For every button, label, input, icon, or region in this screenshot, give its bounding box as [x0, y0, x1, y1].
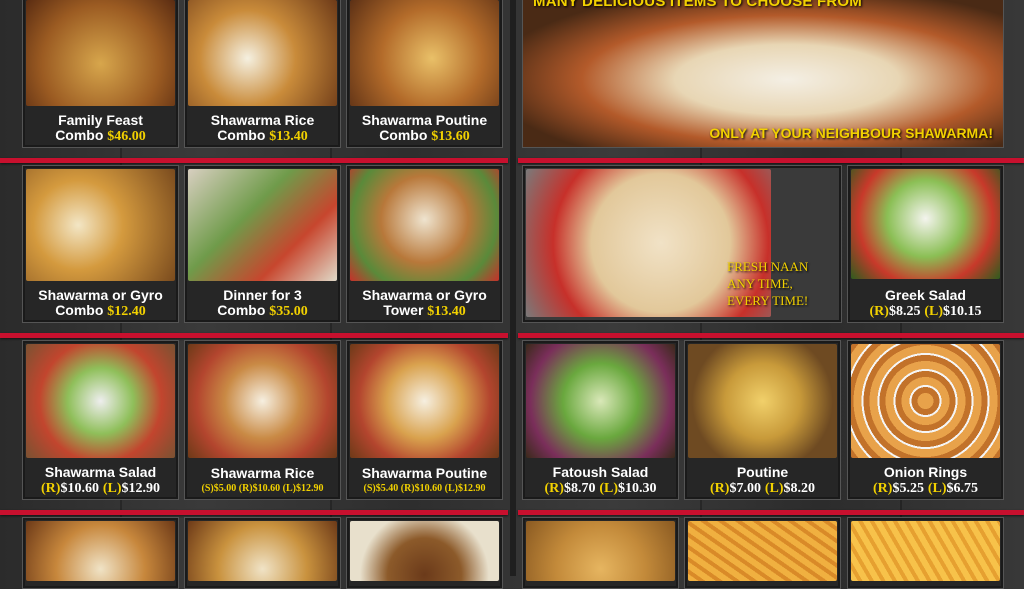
item-sub: Tower [383, 302, 424, 318]
chicken-fries-photo [688, 521, 837, 581]
regular-label: (R) [873, 481, 893, 496]
item-name: Family Feast [58, 112, 143, 128]
onion-rings-photo [851, 344, 1000, 458]
item-size-prices: (S)$5.00 (R)$10.60 (L)$12.90 [201, 483, 324, 494]
red-divider [0, 158, 508, 163]
menu-item-shawarma-salad[interactable]: Shawarma Salad (R)$10.60 (L)$12.90 [22, 340, 179, 500]
falafel-photo [350, 521, 499, 581]
naan-line-1: FRESH NAAN [727, 259, 809, 274]
poutine-photo [688, 344, 837, 458]
menu-item-poutine[interactable]: Poutine (R)$7.00 (L)$8.20 [684, 340, 841, 500]
item-name: Shawarma Rice [210, 465, 315, 481]
menu-item-shawarma-gyro-combo[interactable]: Shawarma or Gyro Combo $12.40 [22, 165, 179, 323]
shawarma-rice-photo [188, 344, 337, 458]
shawarma-rice-combo-photo [188, 0, 337, 106]
shawarma-gyro-tower-photo [350, 169, 499, 281]
naan-line-3: EVERY TIME! [727, 293, 809, 308]
menu-item-shawarma-rice[interactable]: Shawarma Rice (S)$5.00 (R)$10.60 (L)$12.… [184, 340, 341, 500]
menu-item-dinner-for-3[interactable]: Dinner for 3 Combo $35.00 [184, 165, 341, 323]
regular-price: $7.00 [729, 481, 761, 496]
item-name: Fatoush Salad [552, 464, 649, 480]
regular-price: $10.60 [60, 481, 99, 496]
regular-label: (R) [544, 481, 564, 496]
menu-item-shawarma-rice-combo[interactable]: Shawarma Rice Combo $13.40 [184, 0, 341, 148]
large-label: (L) [927, 481, 947, 496]
item-price: $13.60 [431, 129, 470, 144]
red-divider [518, 158, 1024, 163]
nuggets-photo [526, 521, 675, 581]
fresh-naan-feature: FRESH NAAN ANY TIME, EVERY TIME! [522, 165, 842, 323]
large-price: $12.90 [121, 481, 161, 496]
menu-item-falafel[interactable] [346, 517, 503, 589]
item-name: Greek Salad [885, 287, 966, 303]
item-price: $12.40 [107, 304, 146, 319]
item-name: Onion Rings [883, 464, 968, 480]
regular-label: (R) [41, 481, 61, 496]
item-price: $46.00 [107, 129, 146, 144]
menu-item-fries[interactable] [847, 517, 1004, 589]
large-price: $10.30 [618, 481, 657, 496]
red-divider [518, 333, 1024, 338]
large-label: (L) [764, 481, 784, 496]
item-sub: Combo [379, 127, 428, 143]
large-label: (L) [924, 304, 943, 319]
large-price: $10.15 [943, 304, 982, 319]
menu-item-shawarma-poutine-combo[interactable]: Shawarma Poutine Combo $13.60 [346, 0, 503, 148]
large-label: (L) [599, 481, 618, 496]
item-sub: Combo [217, 127, 266, 143]
dinner-for-3-photo [188, 169, 337, 281]
menu-item-family-feast[interactable]: Family Feast Combo $46.00 [22, 0, 179, 148]
menu-item-shawarma-gyro-tower[interactable]: Shawarma or Gyro Tower $13.40 [346, 165, 503, 323]
menu-item-onion-rings[interactable]: Onion Rings (R)$5.25 (L)$6.75 [847, 340, 1004, 500]
regular-label: (R) [710, 481, 730, 496]
greek-salad-photo [851, 169, 1000, 279]
wrap-photo [26, 521, 175, 581]
item-price: $13.40 [269, 129, 308, 144]
item-name: Shawarma Rice [210, 112, 315, 128]
item-sub: Combo [55, 127, 104, 143]
item-sub: Combo [217, 302, 266, 318]
naan-line-2: ANY TIME, [727, 276, 793, 291]
shawarma-poutine-combo-photo [350, 0, 499, 106]
banner-headline: MANY DELICIOUS ITEMS TO CHOOSE FROM [533, 0, 862, 10]
fatoush-salad-photo [526, 344, 675, 458]
regular-price: $8.70 [563, 481, 596, 496]
family-feast-photo [26, 0, 175, 106]
item-name: Shawarma or Gyro [38, 287, 163, 303]
shawarma-poutine-photo [350, 344, 499, 458]
item-size-prices: (S)$5.40 (R)$10.60 (L)$12.90 [363, 483, 486, 494]
large-label: (L) [102, 481, 122, 496]
red-divider [0, 333, 508, 338]
item-name: Shawarma Salad [44, 464, 157, 480]
item-name: Dinner for 3 [223, 287, 302, 303]
promo-banner: MANY DELICIOUS ITEMS TO CHOOSE FROM ONLY… [522, 0, 1004, 148]
item-price: $35.00 [269, 304, 308, 319]
item-name: Shawarma Poutine [361, 465, 488, 481]
menu-board-separator [510, 0, 516, 576]
menu-item-greek-salad[interactable]: Greek Salad (R)$8.25 (L)$10.15 [847, 165, 1004, 323]
item-name: Shawarma Poutine [361, 112, 488, 128]
fries-photo [851, 521, 1000, 581]
red-divider [518, 510, 1024, 515]
large-price: $8.20 [783, 481, 816, 496]
regular-price: $8.25 [888, 304, 921, 319]
regular-price: $5.25 [892, 481, 924, 496]
plate-photo [188, 521, 337, 581]
item-price: $13.40 [427, 304, 466, 319]
menu-item-nuggets[interactable] [522, 517, 679, 589]
large-price: $6.75 [946, 481, 979, 496]
item-name: Shawarma or Gyro [362, 287, 487, 303]
shawarma-salad-photo [26, 344, 175, 458]
red-divider [0, 510, 508, 515]
menu-item-shawarma-poutine[interactable]: Shawarma Poutine (S)$5.40 (R)$10.60 (L)$… [346, 340, 503, 500]
menu-item-fatoush-salad[interactable]: Fatoush Salad (R)$8.70 (L)$10.30 [522, 340, 679, 500]
menu-item-wrap[interactable] [22, 517, 179, 589]
shawarma-gyro-combo-photo [26, 169, 175, 281]
regular-label: (R) [869, 304, 889, 319]
menu-item-chicken-fries[interactable] [684, 517, 841, 589]
item-name: Poutine [736, 464, 789, 480]
banner-tagline: ONLY AT YOUR NEIGHBOUR SHAWARMA! [709, 125, 993, 141]
item-sub: Combo [55, 302, 104, 318]
menu-item-plate[interactable] [184, 517, 341, 589]
